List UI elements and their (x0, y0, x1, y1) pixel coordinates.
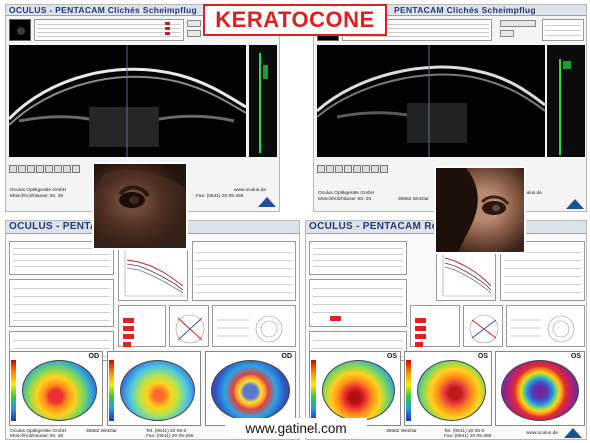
left-axial-circle (22, 360, 97, 421)
left-spherical-card (212, 305, 296, 347)
left-scheimpflug-title: OCULUS - PENTACAM Clichés Scheimpflug (9, 5, 198, 15)
oculus-logo-icon (564, 428, 582, 438)
left-refractive-fax: Fax: (0641) 20 05-255 (146, 434, 194, 439)
left-refractive-address: Münchholzhäuser Str. 29 (10, 434, 64, 439)
right-refractive-web: www.oculus.de (526, 431, 558, 436)
left-eye-profile-photo (92, 162, 188, 250)
left-refractive-window: OCULUS - PENTAC OD OD Oculus Optikgeräte… (5, 220, 300, 440)
right-scheimpflug-address: Münchholzhäuser Str. 29 (318, 197, 372, 202)
left-axial-eye-label: OD (88, 353, 100, 360)
right-axial-eye-label: OS (386, 353, 397, 360)
left-scheimpflug-fax: Fax: (0641) 20 05-255 (196, 194, 244, 199)
right-pachy-circle (417, 360, 486, 421)
left-axial-map[interactable]: OD (9, 351, 103, 426)
right-refractive-fax: Fax: (0641) 20 05-255 (444, 434, 492, 439)
left-scan-table[interactable] (34, 19, 184, 41)
right-toolbar[interactable] (317, 160, 389, 173)
right-scheimpflug-city: 35582 Wetzlar (398, 197, 429, 202)
left-scheimpflug-company: Oculus Optikgeräte GmbH (10, 188, 67, 193)
banner-label: KERATOCONE (215, 7, 375, 32)
right-scheimpflug-company: Oculus Optikgeräte GmbH (318, 191, 375, 196)
left-pachy-scale (109, 360, 114, 421)
left-elevation-map[interactable]: OD (205, 351, 296, 426)
gatinel-url-text: www.gatinel.com (245, 420, 347, 436)
right-spherical-card (506, 305, 585, 347)
right-zoom-button[interactable] (500, 20, 536, 27)
oculus-logo-icon (258, 197, 276, 207)
right-scheimpflug-image (317, 45, 545, 157)
right-values-card (410, 305, 460, 347)
right-elevation-map[interactable]: OS (495, 351, 585, 426)
right-elevation-circle (501, 360, 579, 421)
left-axis-card (169, 305, 209, 347)
gatinel-url[interactable]: www.gatinel.com (225, 418, 367, 438)
left-eye-thumbnail[interactable] (9, 19, 31, 41)
right-elevation-eye-label: OS (570, 353, 581, 360)
left-axial-scale (11, 360, 16, 421)
right-axial-scale (311, 360, 316, 421)
right-patient-card (309, 241, 407, 275)
right-pachy-map[interactable]: OS (404, 351, 492, 426)
left-indices-table (192, 241, 296, 301)
left-elevation-circle (211, 360, 290, 421)
oculus-logo-icon (566, 199, 584, 209)
right-scheimpflug-title: PENTACAM Clichés Scheimpflug (394, 5, 536, 15)
left-signal-strip (249, 45, 277, 157)
right-pachy-eye-label: OS (477, 353, 488, 360)
left-pachy-circle (120, 360, 195, 421)
right-refractive-city: 35582 Wetzlar (386, 429, 417, 434)
keratocone-banner: KERATOCONE (203, 4, 387, 36)
left-values-card (118, 305, 166, 347)
right-signal-strip (547, 45, 585, 157)
left-keratometry-card (9, 279, 114, 327)
left-scheimpflug-image (9, 45, 246, 157)
left-elevation-eye-label: OD (281, 353, 293, 360)
left-refractive-title: OCULUS - PENTAC (9, 221, 105, 232)
right-eye-profile-photo (434, 166, 526, 254)
right-keratometry-card (309, 279, 407, 327)
left-scheimpflug-web: www.oculus.de (234, 188, 266, 193)
left-step-button[interactable] (187, 30, 201, 37)
left-pachy-map[interactable] (107, 351, 201, 426)
right-axial-map[interactable]: OS (309, 351, 401, 426)
left-scheimpflug-address: Münchholzhäuser Str. 29 (10, 194, 64, 199)
left-zoom-button[interactable] (187, 20, 201, 27)
left-curve-chart (118, 241, 188, 301)
left-toolbar[interactable] (9, 160, 81, 173)
right-step-button[interactable] (500, 30, 514, 37)
left-refractive-city: 35582 Wetzlar (86, 429, 117, 434)
right-pachy-scale (406, 360, 411, 421)
right-axis-card (463, 305, 503, 347)
right-info-table (542, 19, 584, 41)
right-axial-circle (322, 360, 395, 421)
